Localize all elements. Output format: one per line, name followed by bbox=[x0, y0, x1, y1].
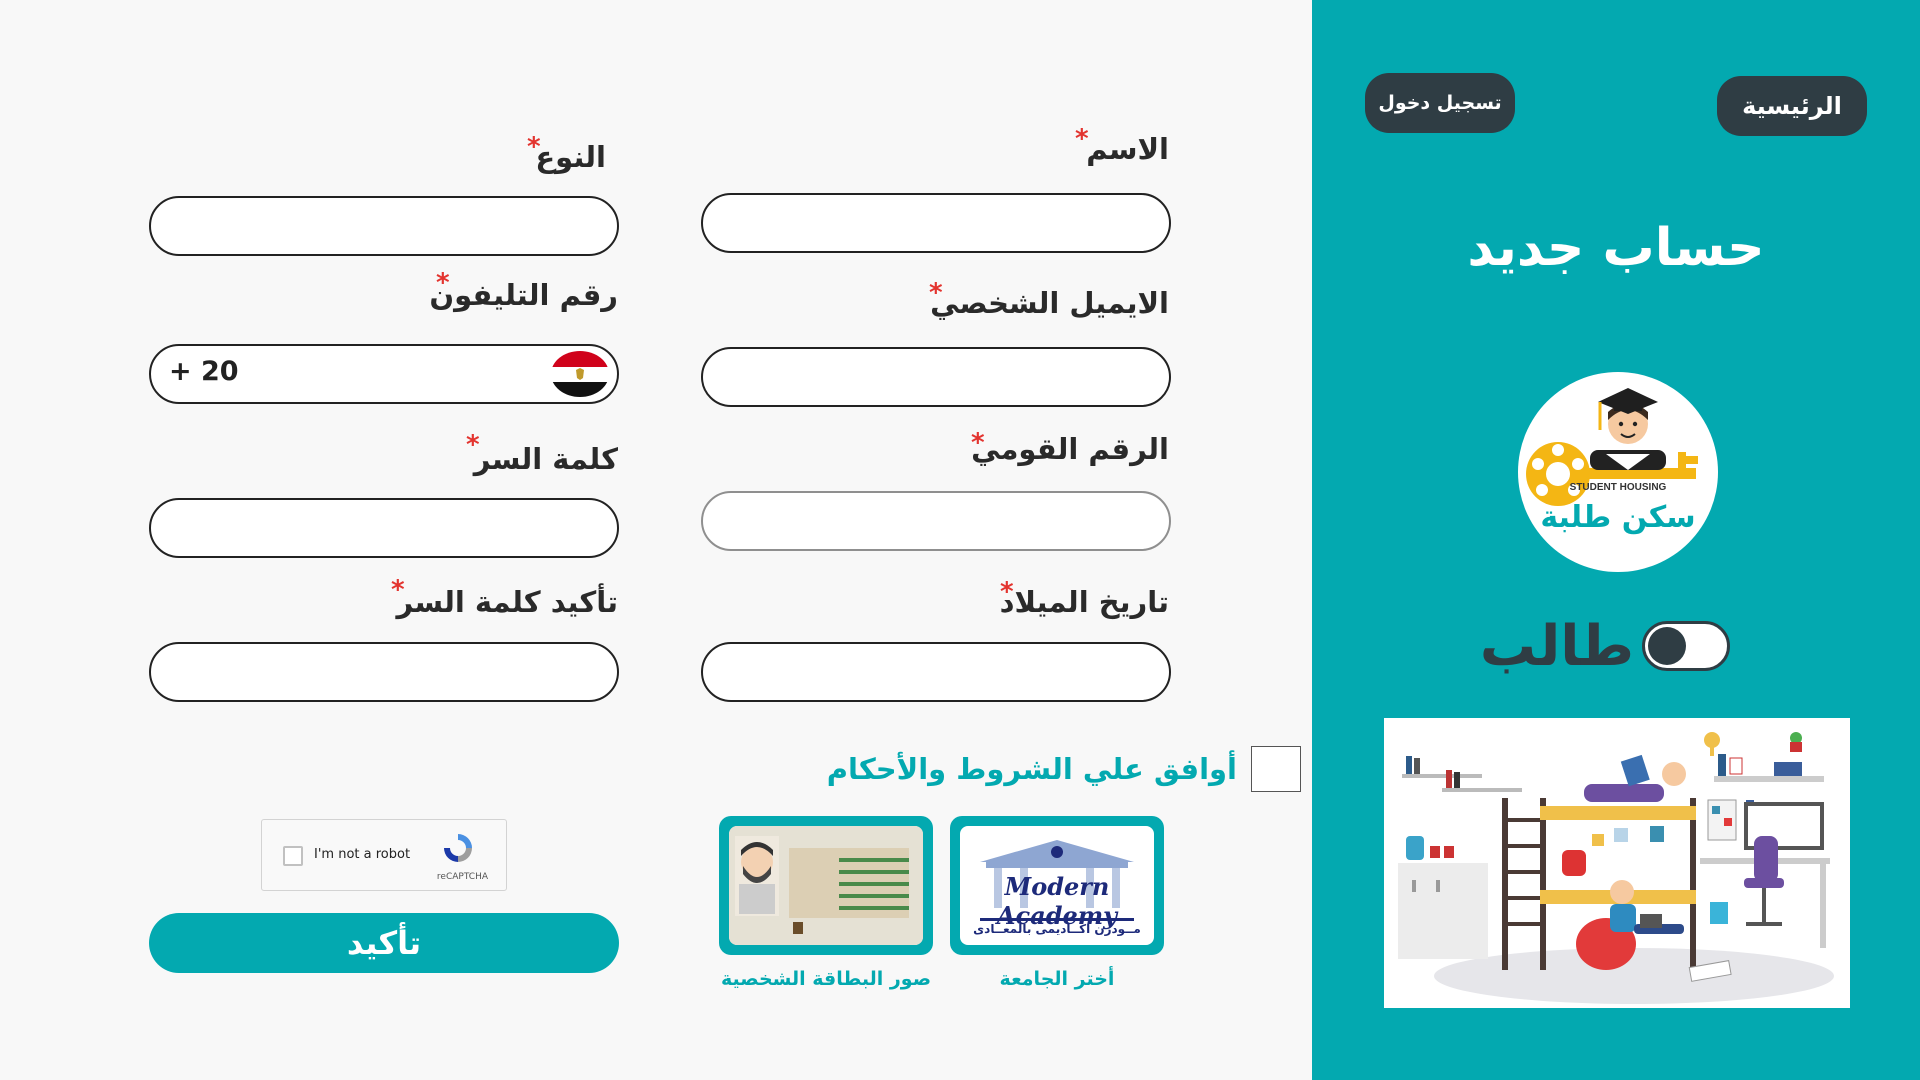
id-card-caption: صور البطاقة الشخصية bbox=[720, 968, 932, 990]
password-label: كلمة السر bbox=[473, 442, 618, 476]
dorm-illustration bbox=[1384, 718, 1850, 1008]
password-input[interactable] bbox=[149, 498, 619, 558]
required-mark: * bbox=[971, 428, 985, 458]
login-button[interactable]: تسجيل دخول bbox=[1365, 73, 1515, 133]
recaptcha-icon bbox=[444, 834, 472, 862]
phone-label: رقم التليفون bbox=[429, 278, 618, 312]
email-label: الايميل الشخصي bbox=[930, 286, 1169, 320]
id-card-image bbox=[729, 826, 923, 945]
student-housing-logo: STUDENT HOUSING سكن طلبة bbox=[1518, 372, 1718, 572]
logo-text-ar: سكن طلبة bbox=[1540, 500, 1696, 535]
country-code: + 20 bbox=[169, 356, 239, 387]
confirm-password-label: تأكيد كلمة السر bbox=[396, 585, 618, 619]
birthdate-input[interactable] bbox=[701, 642, 1171, 702]
home-button[interactable]: الرئيسية bbox=[1717, 76, 1867, 136]
logo-text-en: STUDENT HOUSING bbox=[1569, 482, 1667, 493]
id-card-upload[interactable] bbox=[719, 816, 933, 955]
recaptcha-brand: reCAPTCHA bbox=[436, 872, 488, 882]
gender-label: النوع bbox=[535, 140, 606, 174]
toggle-knob bbox=[1648, 627, 1686, 665]
university-name-ar: مــودرن اكــاديمى بالمعــادى bbox=[973, 922, 1141, 936]
required-mark: * bbox=[1075, 124, 1089, 154]
birthdate-label: تاريخ الميلاد bbox=[999, 585, 1169, 619]
name-label: الاسم bbox=[1086, 132, 1169, 166]
university-select[interactable]: Modern Academy مــودرن اكــاديمى بالمعــ… bbox=[950, 816, 1164, 955]
university-logo: Modern Academy مــودرن اكــاديمى بالمعــ… bbox=[960, 826, 1154, 945]
recaptcha-widget: I'm not a robot reCAPTCHA bbox=[261, 819, 507, 891]
confirm-password-input[interactable] bbox=[149, 642, 619, 702]
recaptcha-text: I'm not a robot bbox=[314, 847, 411, 862]
page-title: حساب جديد bbox=[1467, 218, 1765, 278]
required-mark: * bbox=[929, 278, 943, 308]
national-id-input[interactable] bbox=[701, 491, 1171, 551]
gender-input[interactable] bbox=[149, 196, 619, 256]
required-mark: * bbox=[1000, 577, 1014, 607]
name-input[interactable] bbox=[701, 193, 1171, 253]
role-switch: طالب bbox=[1480, 612, 1742, 682]
required-mark: * bbox=[391, 575, 405, 605]
terms-row: أوافق علي الشروط والأحكام bbox=[827, 746, 1301, 792]
terms-label[interactable]: أوافق علي الشروط والأحكام bbox=[827, 752, 1237, 786]
required-mark: * bbox=[436, 268, 450, 298]
submit-button[interactable]: تأكيد bbox=[149, 913, 619, 973]
phone-input[interactable]: + 20 bbox=[149, 344, 619, 404]
terms-checkbox[interactable] bbox=[1251, 746, 1301, 792]
required-mark: * bbox=[466, 430, 480, 460]
university-caption: أختر الجامعة bbox=[999, 968, 1115, 990]
egypt-flag-icon[interactable] bbox=[551, 351, 609, 397]
side-panel: الرئيسية تسجيل دخول حساب جديد STUDENT HO… bbox=[1312, 0, 1920, 1080]
national-id-label: الرقم القومي bbox=[971, 432, 1169, 466]
email-input[interactable] bbox=[701, 347, 1171, 407]
recaptcha-checkbox[interactable] bbox=[283, 846, 303, 866]
role-label: طالب bbox=[1479, 614, 1634, 679]
required-mark: * bbox=[527, 132, 541, 162]
role-toggle[interactable] bbox=[1642, 621, 1730, 671]
